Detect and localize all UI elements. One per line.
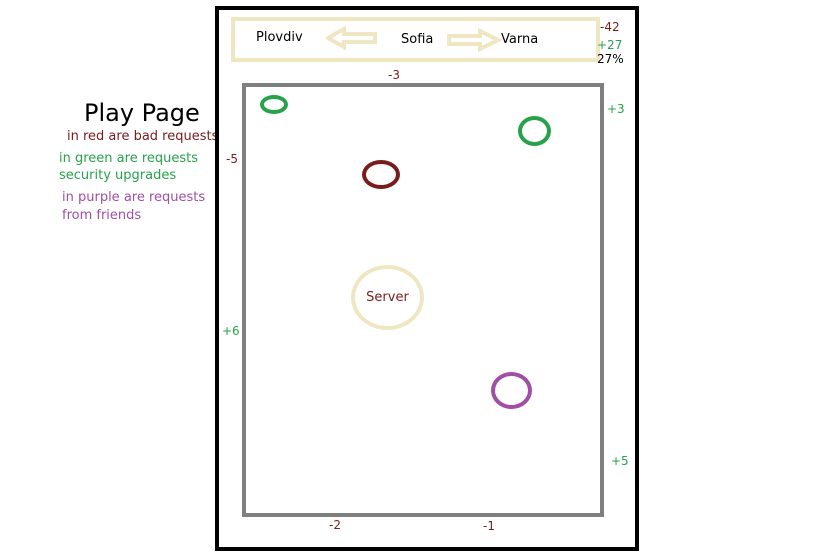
legend-purple-text-1: in purple are requests (62, 190, 206, 205)
arrow-right-icon[interactable] (446, 28, 502, 52)
security-count: +27 (597, 38, 623, 52)
green-request[interactable] (260, 95, 288, 114)
legend-green-text-2: security upgrades (59, 168, 177, 183)
green-request[interactable] (518, 116, 551, 146)
arrow-left-icon[interactable] (326, 26, 378, 50)
page-title: Play Page (84, 99, 200, 127)
edge-right-lower-value: +5 (611, 454, 629, 468)
city-plovdiv[interactable]: Plovdiv (256, 30, 303, 45)
edge-bottom-right-value: -1 (483, 519, 495, 533)
edge-top-value: -3 (388, 68, 400, 82)
purple-request[interactable] (491, 372, 532, 409)
edge-left-lower-value: +6 (222, 324, 240, 338)
legend-green-text-1: in green are requests (59, 151, 199, 166)
city-sofia[interactable]: Sofia (401, 32, 433, 47)
legend-purple-text-2: from friends (62, 208, 142, 223)
bad-requests-count: -42 (600, 20, 620, 34)
server-label: Server (366, 290, 409, 305)
edge-right-upper-value: +3 (607, 102, 625, 116)
edge-bottom-left-value: -2 (329, 518, 341, 532)
percent-value: 27% (597, 52, 624, 66)
red-request[interactable] (362, 160, 400, 189)
edge-left-upper-value: -5 (226, 152, 238, 166)
server-node[interactable]: Server (351, 265, 424, 330)
legend-red-text: in red are bad requests (67, 129, 219, 144)
city-varna[interactable]: Varna (501, 32, 538, 47)
